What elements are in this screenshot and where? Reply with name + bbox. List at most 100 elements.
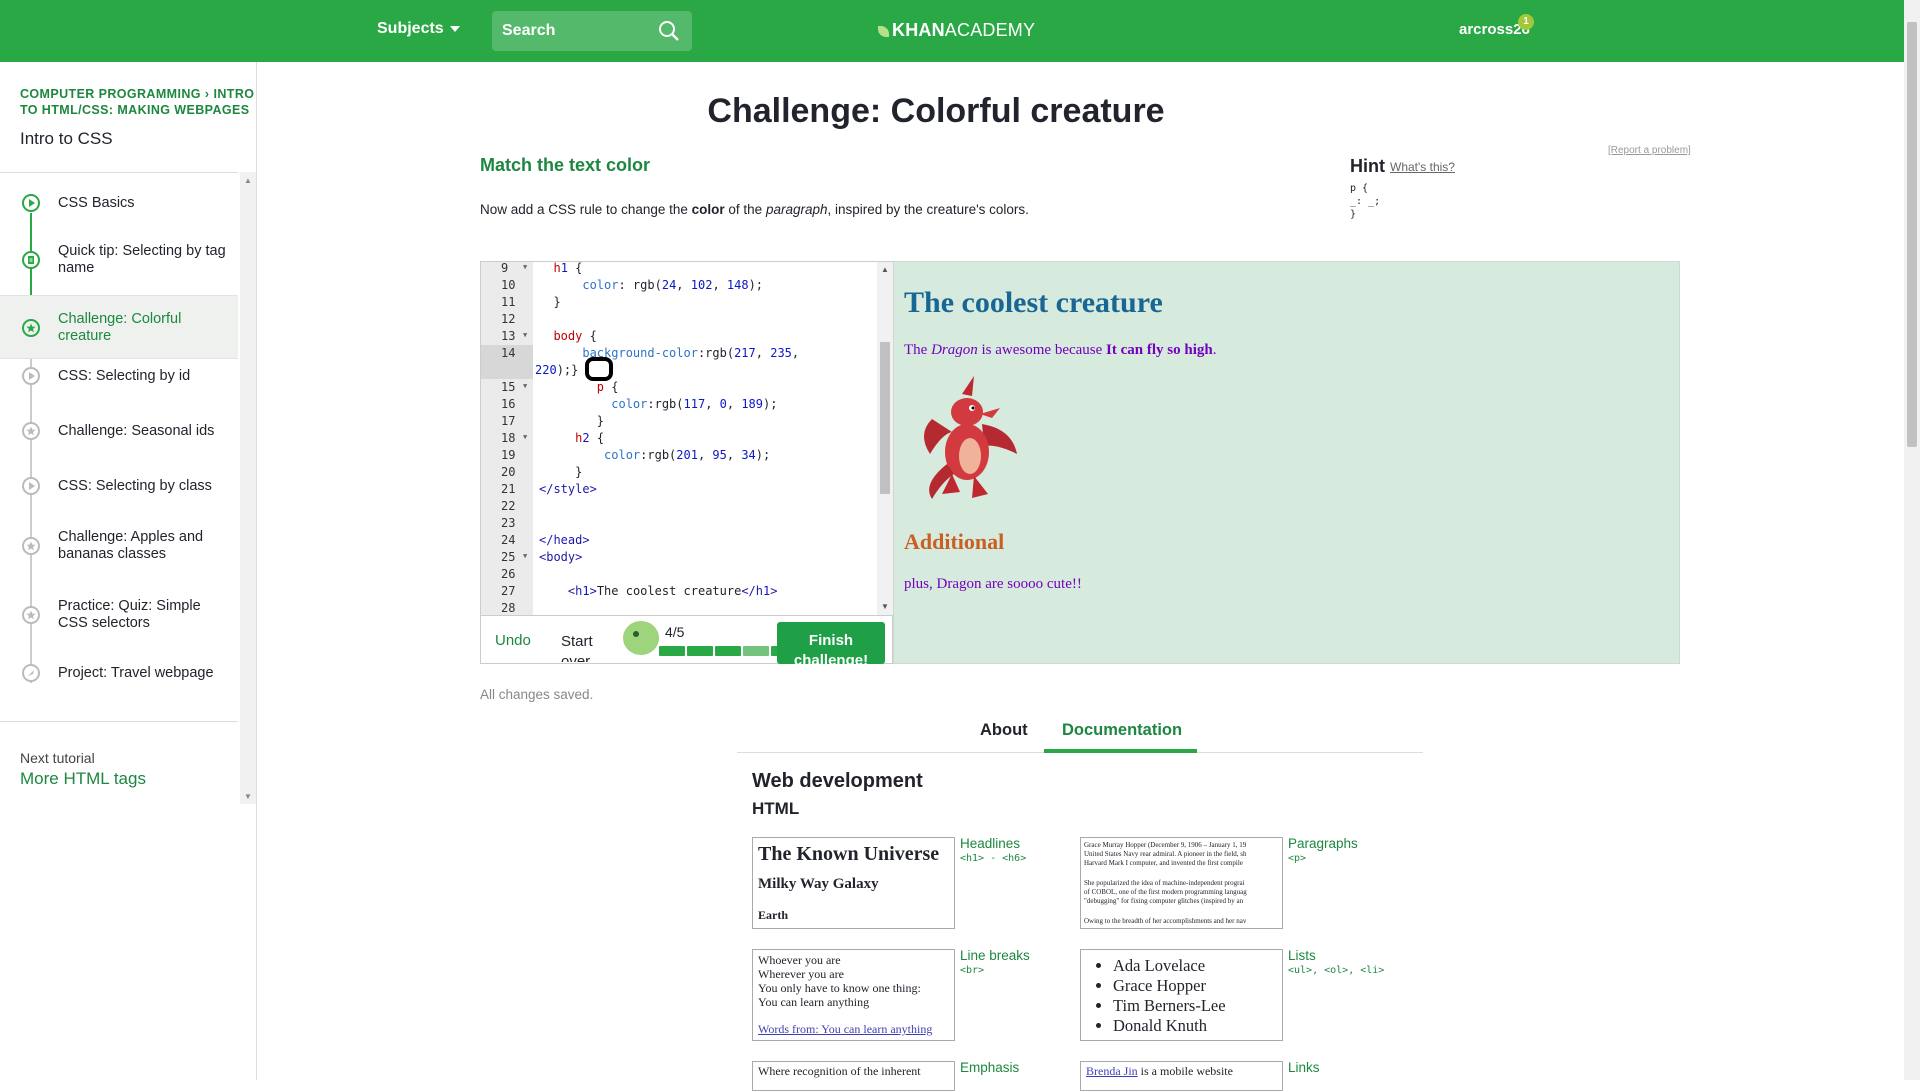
hint-whats-this-link[interactable]: What's this? <box>1390 160 1455 174</box>
sidebar-item[interactable]: Challenge: Apples and bananas classes <box>0 521 238 571</box>
active-tab-indicator <box>1044 749 1197 753</box>
tutorial-sidebar: COMPUTER PROGRAMMING › INTRO TO HTML/CSS: … <box>0 62 257 1080</box>
desc-text: Now add a CSS rule to change the <box>480 202 692 217</box>
sidebar-item-label: Challenge: Apples and bananas classes <box>58 529 204 562</box>
info-tabs: About Documentation <box>737 713 1423 753</box>
code-editor[interactable]: 9 ▼ h1 {10 color: rgb(24, 102, 148); 11 } 1… <box>480 261 893 664</box>
sidebar-item-label: CSS Basics <box>58 194 135 211</box>
sidebar-item[interactable]: Challenge: Seasonal ids <box>0 413 238 449</box>
lists-link[interactable]: Lists <box>1288 948 1316 963</box>
page-title: Challenge: Colorful creature <box>707 92 1165 130</box>
progress-segment <box>687 646 713 656</box>
emphasis-example[interactable]: Where recognition of the inherent <box>752 1061 955 1091</box>
code-line[interactable]: color:rgb(117, 0, 189); <box>539 397 777 411</box>
scroll-down-arrow-icon[interactable]: ▼ <box>881 602 889 611</box>
code-line[interactable]: h2 { <box>539 431 604 445</box>
star-icon <box>22 422 40 440</box>
sidebar-item[interactable]: Project: Travel webpage <box>0 655 238 691</box>
code-line[interactable]: background-color:rgb(217, 235, <box>539 346 799 360</box>
linebreaks-link[interactable]: Line breaks <box>960 948 1030 963</box>
tab-about[interactable]: About <box>980 721 1028 740</box>
headlines-link[interactable]: Headlines <box>960 836 1020 851</box>
sidebar-item[interactable]: Challenge: Colorful creature <box>0 295 238 359</box>
khan-academy-logo[interactable]: KHANACADEMY <box>878 20 1035 41</box>
sidebar-item-label: Quick tip: Selecting by tag name <box>58 243 226 276</box>
sidebar-item[interactable]: Practice: Quiz: Simple CSS selectors <box>0 590 238 640</box>
editor-scrollbar[interactable]: ▲ ▼ <box>877 262 893 615</box>
code-line[interactable]: h1 { <box>539 262 582 275</box>
example-emphasis-text: Where recognition of the inherent <box>758 1064 921 1078</box>
sidebar-item[interactable]: CSS: Selecting by id <box>0 358 238 394</box>
code-line[interactable]: } <box>539 295 560 309</box>
code-line[interactable]: } <box>539 465 582 479</box>
sidebar-scrollbar[interactable]: ▲ ▼ <box>240 172 256 804</box>
fold-arrow-icon[interactable]: ▼ <box>523 382 527 390</box>
list-item: Grace Hopper <box>1113 976 1226 996</box>
example-paragraph-line: Owing to the breadth of her accomplishme… <box>1084 917 1247 925</box>
desc-bold: color <box>691 202 725 217</box>
line-number: 18 ▼ <box>501 431 528 445</box>
logo-thin: ACADEMY <box>944 20 1036 40</box>
undo-button[interactable]: Undo <box>495 632 531 649</box>
search-input[interactable]: Search <box>492 11 692 51</box>
code-line[interactable]: p { <box>539 380 619 394</box>
tab-documentation[interactable]: Documentation <box>1062 721 1182 740</box>
scroll-up-arrow-icon[interactable]: ▲ <box>881 265 889 274</box>
linebreaks-example[interactable]: Whoever you are Wherever you are You onl… <box>752 949 955 1041</box>
paragraphs-link[interactable]: Paragraphs <box>1288 836 1358 851</box>
code-line[interactable]: <h1>The coolest creature</h1> <box>539 584 778 598</box>
sidebar-item[interactable]: Quick tip: Selecting by tag name <box>0 235 238 285</box>
code-text-area[interactable]: 9 ▼ h1 {10 color: rgb(24, 102, 148); 11 } 1… <box>481 262 877 615</box>
code-line[interactable]: color: rgb(24, 102, 148); <box>539 278 763 292</box>
page-scrollbar[interactable] <box>1904 0 1920 1080</box>
code-line[interactable]: body { <box>539 329 596 343</box>
fold-arrow-icon[interactable]: ▼ <box>523 552 527 560</box>
search-icon[interactable] <box>658 20 680 42</box>
lists-example[interactable]: Ada Lovelace Grace Hopper Tim Berners-Le… <box>1080 949 1283 1041</box>
linebreaks-code: <br> <box>960 965 985 976</box>
dragon-image <box>923 376 1017 499</box>
code-line[interactable]: } <box>539 414 604 428</box>
example-links-text: Brenda Jin is a mobile website <box>1086 1064 1233 1079</box>
fold-arrow-icon[interactable]: ▼ <box>523 433 527 441</box>
report-problem-link[interactable]: [Report a problem] <box>1608 145 1691 156</box>
step-progress-text: 4/5 <box>665 624 685 640</box>
example-paragraph-line: "debugging" for fixing computer glitches… <box>1084 897 1244 905</box>
paragraphs-example[interactable]: Grace Murray Hopper (December 9, 1906 – … <box>1080 837 1283 929</box>
scroll-up-arrow-icon[interactable]: ▲ <box>244 176 252 185</box>
progress-segment <box>715 646 741 656</box>
start-over-button[interactable]: Start over <box>561 632 601 662</box>
scroll-down-arrow-icon[interactable]: ▼ <box>244 792 252 801</box>
desc-italic: paragraph <box>765 202 828 217</box>
links-link[interactable]: Links <box>1288 1060 1320 1075</box>
code-line[interactable]: 220);} <box>535 363 578 377</box>
avatar-icon <box>623 621 659 655</box>
code-line[interactable]: color:rgb(201, 95, 34); <box>539 448 770 462</box>
tutorial-title: Intro to CSS <box>20 129 113 148</box>
notification-badge[interactable]: 1 <box>1518 14 1534 30</box>
code-line[interactable]: </style> <box>539 482 597 496</box>
line-number: 23 <box>501 516 516 530</box>
editor-scrollbar-thumb[interactable] <box>880 342 890 494</box>
code-line[interactable]: <body> <box>539 550 582 564</box>
sidebar-item[interactable]: CSS Basics <box>0 185 238 221</box>
example-link[interactable]: Brenda Jin <box>1086 1064 1138 1078</box>
progress-segment <box>659 646 685 656</box>
finish-challenge-button[interactable]: Finish challenge! <box>777 622 885 664</box>
fold-arrow-icon[interactable]: ▼ <box>523 263 527 271</box>
step-description: Now add a CSS rule to change the color o… <box>480 202 1029 217</box>
next-tutorial-label: Next tutorial <box>20 750 95 766</box>
sidebar-item-label: Challenge: Colorful creature <box>58 311 182 344</box>
star-icon <box>22 319 40 337</box>
links-example[interactable]: Brenda Jin is a mobile website <box>1080 1061 1283 1091</box>
headlines-example[interactable]: The Known Universe Milky Way Galaxy Eart… <box>752 837 955 929</box>
example-link[interactable]: Words from: You can learn anything <box>758 1022 932 1037</box>
next-tutorial-link[interactable]: More HTML tags <box>20 769 146 789</box>
emphasis-link[interactable]: Emphasis <box>960 1060 1019 1075</box>
page-scrollbar-thumb[interactable] <box>1907 22 1917 447</box>
breadcrumb-link-computer-programming[interactable]: COMPUTER PROGRAMMING <box>20 87 201 101</box>
subjects-menu[interactable]: Subjects <box>377 20 460 38</box>
sidebar-item[interactable]: CSS: Selecting by class <box>0 468 238 504</box>
fold-arrow-icon[interactable]: ▼ <box>523 331 527 339</box>
code-line[interactable]: </head> <box>539 533 590 547</box>
